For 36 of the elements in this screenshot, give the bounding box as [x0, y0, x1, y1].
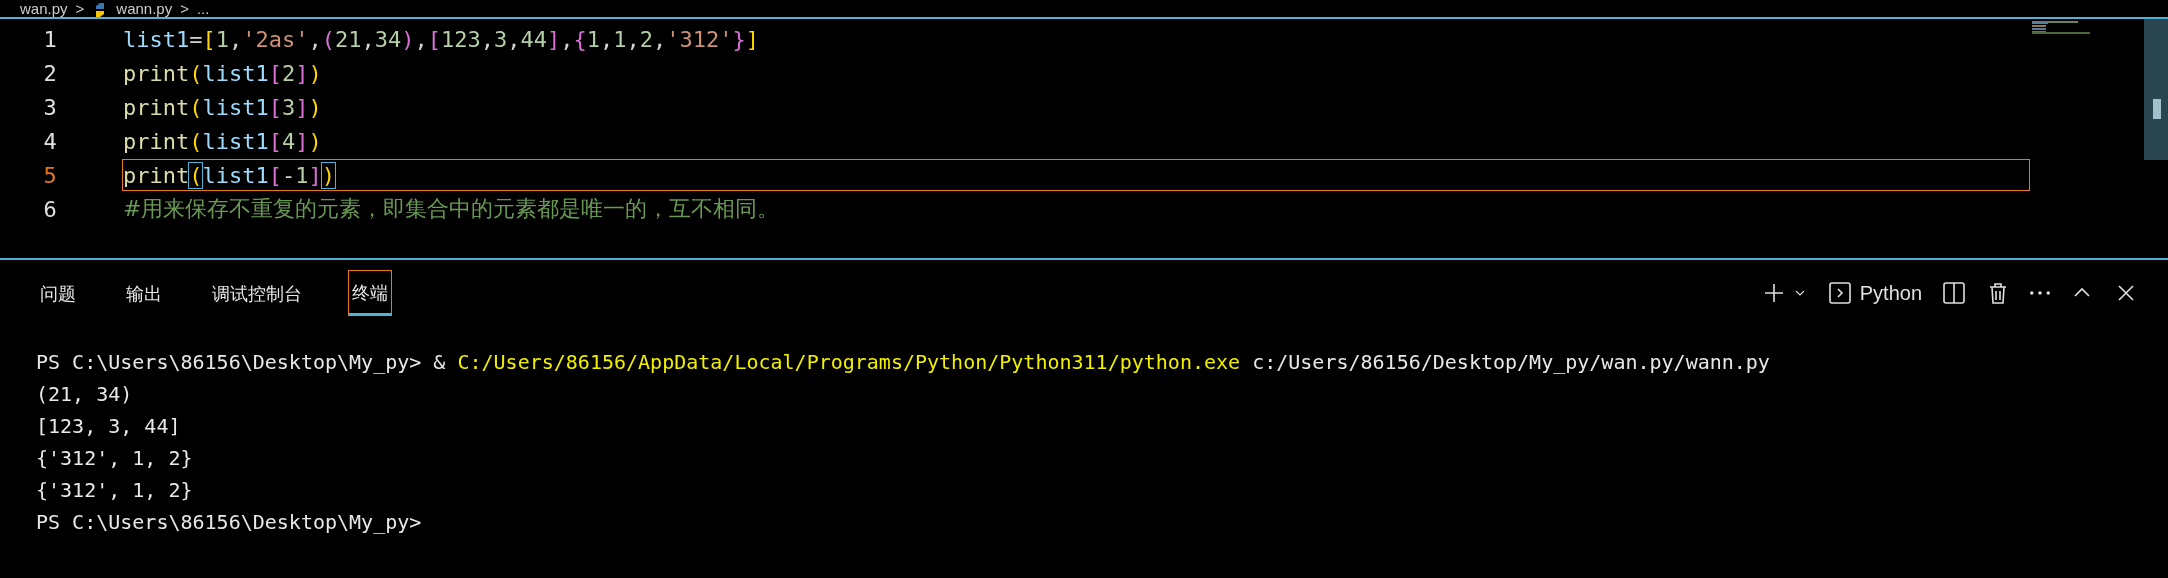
breadcrumb-separator: > [180, 1, 189, 17]
line-number: 5 [42, 162, 58, 188]
line-number: 3 [42, 94, 58, 120]
code-line: #用来保存不重复的元素，即集合中的元素都是唯一的，互不相同。 [123, 195, 781, 223]
line-number: 2 [42, 60, 58, 86]
terminal-icon [1827, 281, 1852, 305]
breadcrumb-item[interactable]: wann.py [116, 1, 173, 17]
breadcrumb-item[interactable]: wan.py [20, 1, 68, 17]
split-button[interactable] [1942, 281, 1966, 305]
breadcrumb-item[interactable]: ... [196, 1, 210, 17]
terminal-line: PS C:\Users\86156\Desktop\My_py> & C:/Users/86156/AppData/Local/Programs/Python/Python311/python.exe c:/Users/86156/Desktop/My_py/wan.py/wann.py [36, 349, 1771, 376]
scrollbar[interactable] [2144, 19, 2168, 160]
scrollbar-thumb[interactable] [2153, 99, 2161, 119]
terminal-line: [123, 3, 44] [36, 413, 182, 440]
terminal-line: (21, 34) [36, 381, 134, 408]
line-number: 6 [42, 196, 58, 222]
panel-tab[interactable]: 终端 [348, 270, 392, 316]
terminal-line: {'312', 1, 2} [36, 477, 194, 504]
terminal-selector[interactable]: Python [1827, 281, 1922, 305]
code-line: list1=[1,'2as',(21,34),[123,3,44],{1,1,2,'312'}] [123, 25, 760, 54]
code-line: print(list1[4]) [123, 127, 323, 156]
split-icon [1942, 281, 1966, 305]
code-line: print(list1[-1]) [123, 160, 2029, 190]
panel-tab[interactable]: 问题 [36, 271, 80, 315]
more-icon [2030, 291, 2050, 295]
terminal-line: PS C:\Users\86156\Desktop\My_py> [36, 509, 423, 536]
panel-tab[interactable]: 调试控制台 [208, 271, 306, 315]
terminal-line: {'312', 1, 2} [36, 445, 194, 472]
panel-tab[interactable]: 输出 [122, 271, 166, 315]
line-number: 1 [42, 26, 58, 52]
minimap-drawing [2032, 21, 2092, 35]
line-number: 4 [42, 128, 58, 154]
code-line: print(list1[3]) [123, 93, 323, 122]
more-button[interactable] [2030, 291, 2050, 295]
code-line: print(list1[2]) [123, 59, 323, 88]
breadcrumb-separator: > [75, 1, 85, 17]
